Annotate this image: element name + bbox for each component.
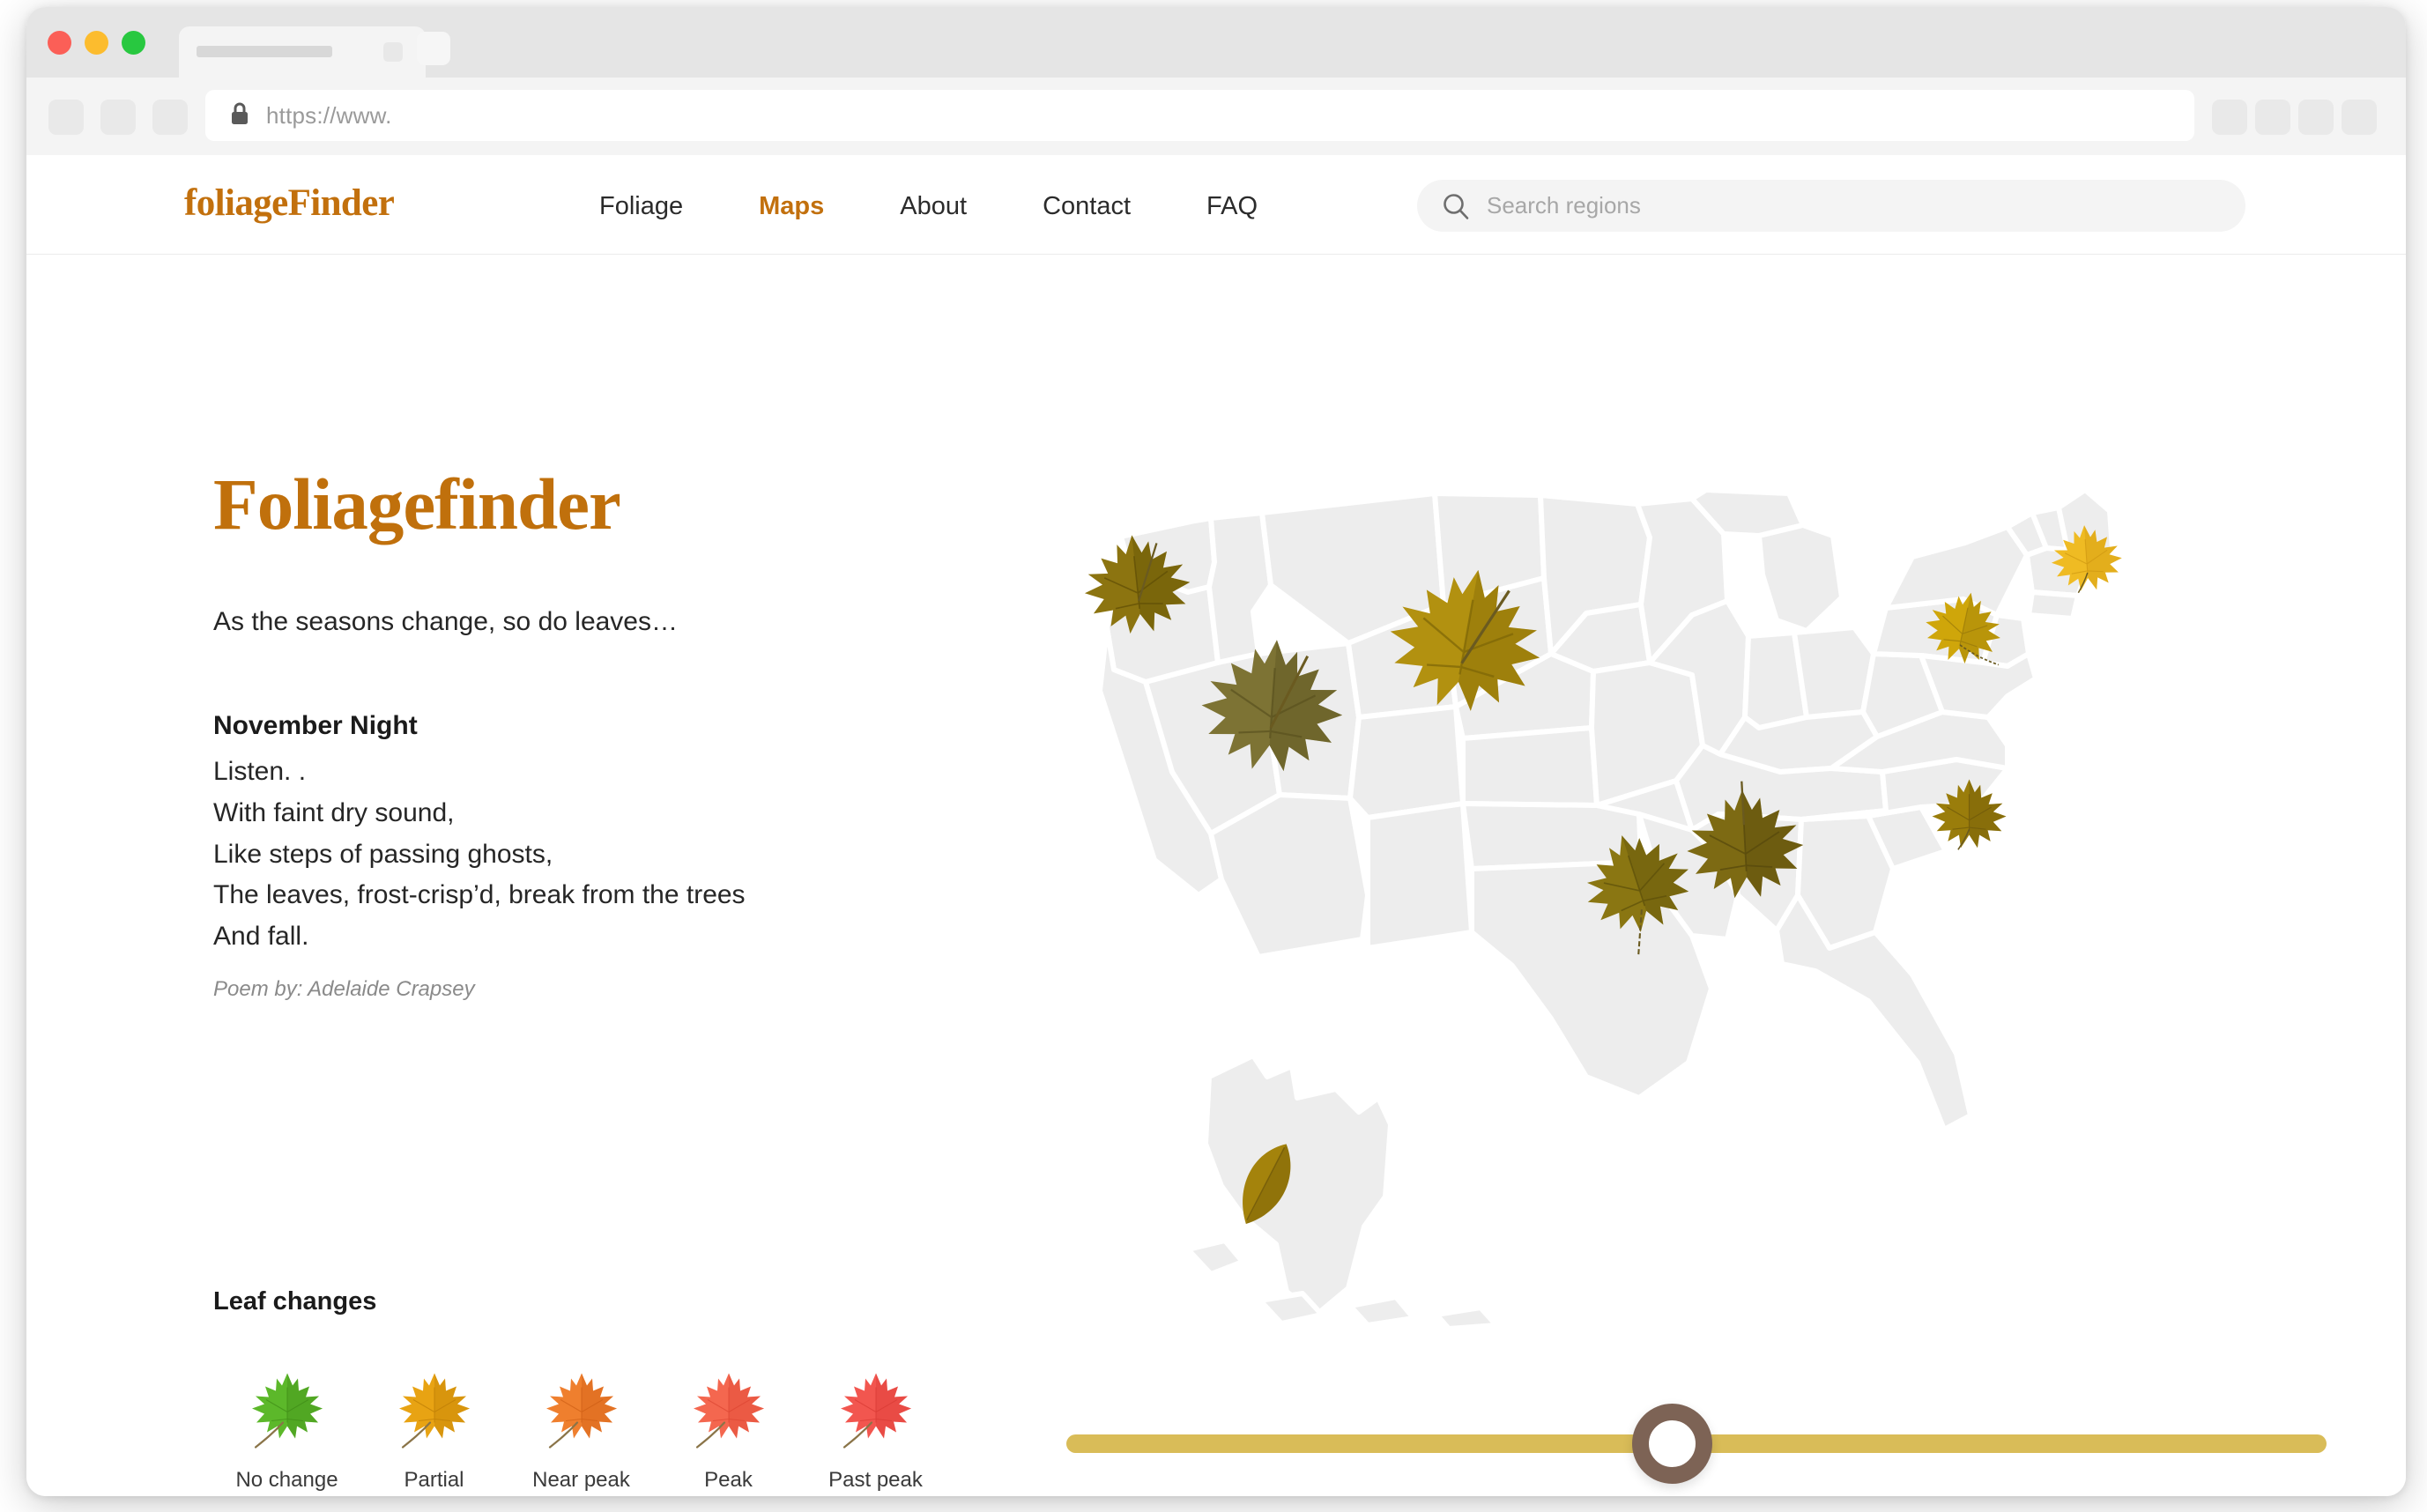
nav-item-contact[interactable]: Contact — [1043, 192, 1131, 221]
nav-item-about[interactable]: About — [900, 192, 967, 221]
poem-credit: Poem by: Adelaide Crapsey — [213, 976, 475, 1001]
legend-item-label: Past peak — [828, 1468, 923, 1492]
page-title: Foliagefinder — [213, 463, 621, 545]
legend-items: No change Partial Near peak Peak Past peak — [213, 1362, 949, 1493]
site-header: foliageFinder Foliage Maps About Contact… — [26, 155, 2406, 255]
legend-item-label: Partial — [404, 1468, 464, 1492]
page-content: foliageFinder Foliage Maps About Contact… — [26, 155, 2406, 1496]
search-box[interactable] — [1417, 180, 2245, 232]
close-icon[interactable] — [383, 42, 403, 62]
poem-line: Like steps of passing ghosts, — [213, 839, 553, 869]
maple-leaf-icon — [685, 1362, 773, 1459]
legend-item-label: Near peak — [532, 1468, 630, 1492]
url-text: https://www. — [266, 101, 392, 129]
close-window-button[interactable] — [48, 31, 71, 55]
tab-title-placeholder — [197, 46, 332, 57]
nav-item-faq[interactable]: FAQ — [1206, 192, 1258, 221]
maple-leaf-icon — [832, 1362, 920, 1459]
nav-item-maps[interactable]: Maps — [759, 192, 824, 221]
poem-line: And fall. — [213, 922, 309, 952]
site-logo[interactable]: foliageFinder — [184, 182, 395, 225]
lock-icon — [229, 101, 250, 130]
forward-button[interactable] — [100, 100, 136, 135]
maximize-window-button[interactable] — [122, 31, 145, 55]
legend-title: Leaf changes — [213, 1287, 377, 1316]
address-bar[interactable]: https://www. — [205, 90, 2194, 141]
poem-line: The leaves, frost-crisp’d, break from th… — [213, 880, 746, 910]
us-map-svg — [1097, 487, 2116, 1327]
downloads-button[interactable] — [2255, 100, 2290, 135]
browser-tab[interactable] — [179, 26, 426, 78]
back-button[interactable] — [48, 100, 84, 135]
search-input[interactable] — [1487, 192, 2192, 219]
legend-item[interactable]: Partial — [360, 1362, 508, 1493]
legend-item[interactable]: Past peak — [802, 1362, 949, 1493]
browser-toolbar: https://www. — [26, 78, 2406, 155]
foliage-map[interactable] — [1022, 481, 2362, 1327]
new-tab-icon[interactable] — [417, 32, 450, 65]
legend-item[interactable]: Peak — [655, 1362, 802, 1493]
poem-block: November Night Listen. . With faint dry … — [213, 711, 971, 1002]
profile-button[interactable] — [2298, 100, 2334, 135]
nav-item-foliage[interactable]: Foliage — [599, 192, 683, 221]
minimize-window-button[interactable] — [85, 31, 108, 55]
maple-leaf-icon — [538, 1362, 626, 1459]
legend-item[interactable]: Near peak — [508, 1362, 655, 1493]
extensions-button[interactable] — [2212, 100, 2247, 135]
maple-leaf-icon — [390, 1362, 479, 1459]
maple-leaf-icon — [243, 1362, 331, 1459]
browser-tab-strip — [26, 7, 2406, 78]
legend: Leaf changes No change Partial Near peak Pe… — [213, 1287, 949, 1493]
menu-button[interactable] — [2342, 100, 2377, 135]
slider-thumb[interactable] — [1632, 1404, 1712, 1484]
poem-title: November Night — [213, 711, 418, 740]
legend-item-label: Peak — [704, 1468, 753, 1492]
hero-tagline: As the seasons change, so do leaves… — [213, 607, 678, 636]
browser-window: https://www. foliageFinder Foliage Maps … — [26, 7, 2406, 1496]
hero-column: Foliagefinder As the seasons change, so … — [213, 468, 971, 1002]
legend-item-label: No change — [235, 1468, 338, 1492]
poem-line: With faint dry sound, — [213, 797, 455, 827]
legend-item[interactable]: No change — [213, 1362, 360, 1493]
main-navigation: Foliage Maps About Contact FAQ — [599, 192, 1333, 221]
search-icon — [1441, 191, 1471, 221]
poem-line: Listen. . — [213, 757, 307, 786]
reload-button[interactable] — [152, 100, 188, 135]
